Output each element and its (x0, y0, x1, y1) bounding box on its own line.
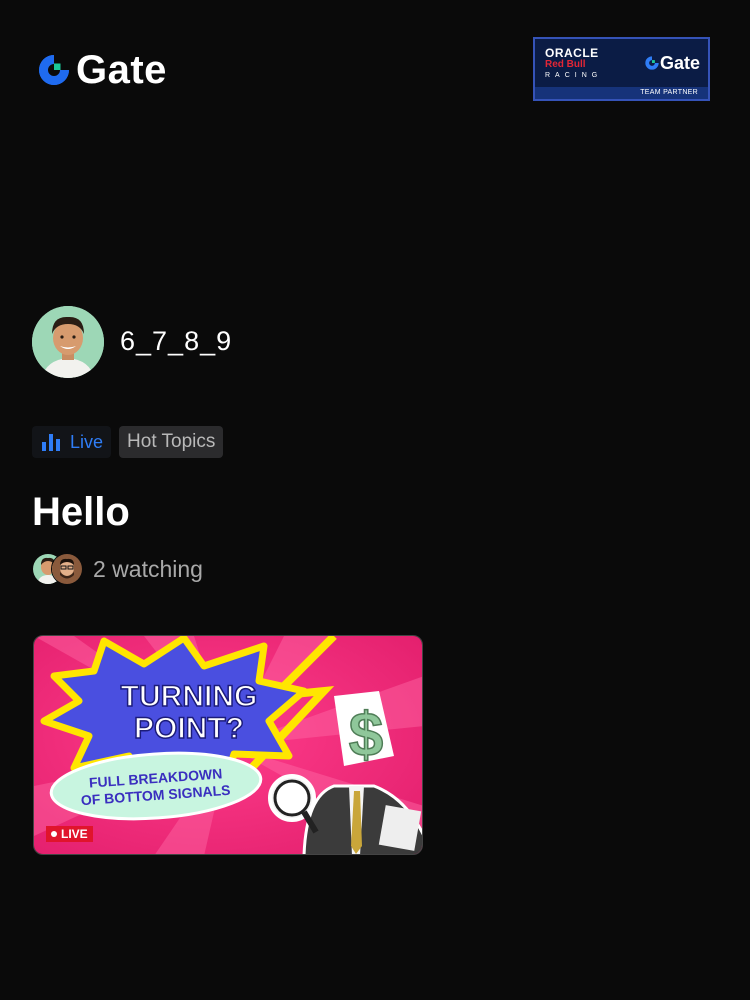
watcher-avatar (51, 553, 83, 585)
gate-logo[interactable]: Gate (36, 50, 167, 90)
live-tag-label: Live (70, 431, 104, 452)
live-dot-icon (51, 831, 57, 837)
stream-thumbnail[interactable]: TURNING POINT? FULL BREAKDOWN OF BOTTOM … (33, 635, 423, 855)
host-avatar[interactable] (32, 306, 104, 378)
live-bars-icon (42, 433, 60, 451)
dollar-head-icon: $ (349, 701, 383, 770)
watching-count: 2 watching (93, 555, 203, 582)
thumbnail-artwork: TURNING POINT? FULL BREAKDOWN OF BOTTOM … (34, 636, 422, 854)
thumbnail-headline-1: TURNING (121, 680, 258, 713)
host-username[interactable]: 6_7_8_9 (120, 326, 232, 357)
host-avatar-image (32, 306, 104, 378)
gate-logo-icon (39, 55, 69, 85)
partner-gate-text: Gate (659, 52, 700, 73)
partner-gate-logo: Gate (644, 53, 700, 74)
hot-topics-tag[interactable]: Hot Topics (119, 426, 224, 458)
stream-tags: Live Hot Topics (32, 426, 224, 458)
racing-text: RACING (545, 72, 603, 79)
thumbnail-headline-2: POINT? (134, 712, 244, 745)
team-partner-label: TEAM PARTNER (535, 87, 708, 99)
gate-logo-icon (645, 56, 659, 70)
hot-topics-label: Hot Topics (127, 431, 216, 452)
redbull-text: Red Bull (545, 59, 586, 70)
live-tag[interactable]: Live (32, 426, 112, 458)
gate-logo-text: Gate (76, 48, 167, 92)
team-partner-banner[interactable]: ORACLE Red Bull RACING Gate TEAM PARTNER (533, 37, 710, 101)
live-badge-label: LIVE (61, 827, 88, 841)
oracle-text: ORACLE (545, 46, 599, 60)
live-badge: LIVE (46, 826, 93, 842)
watchers-row: 2 watching (32, 553, 203, 585)
stream-title: Hello (32, 490, 130, 534)
